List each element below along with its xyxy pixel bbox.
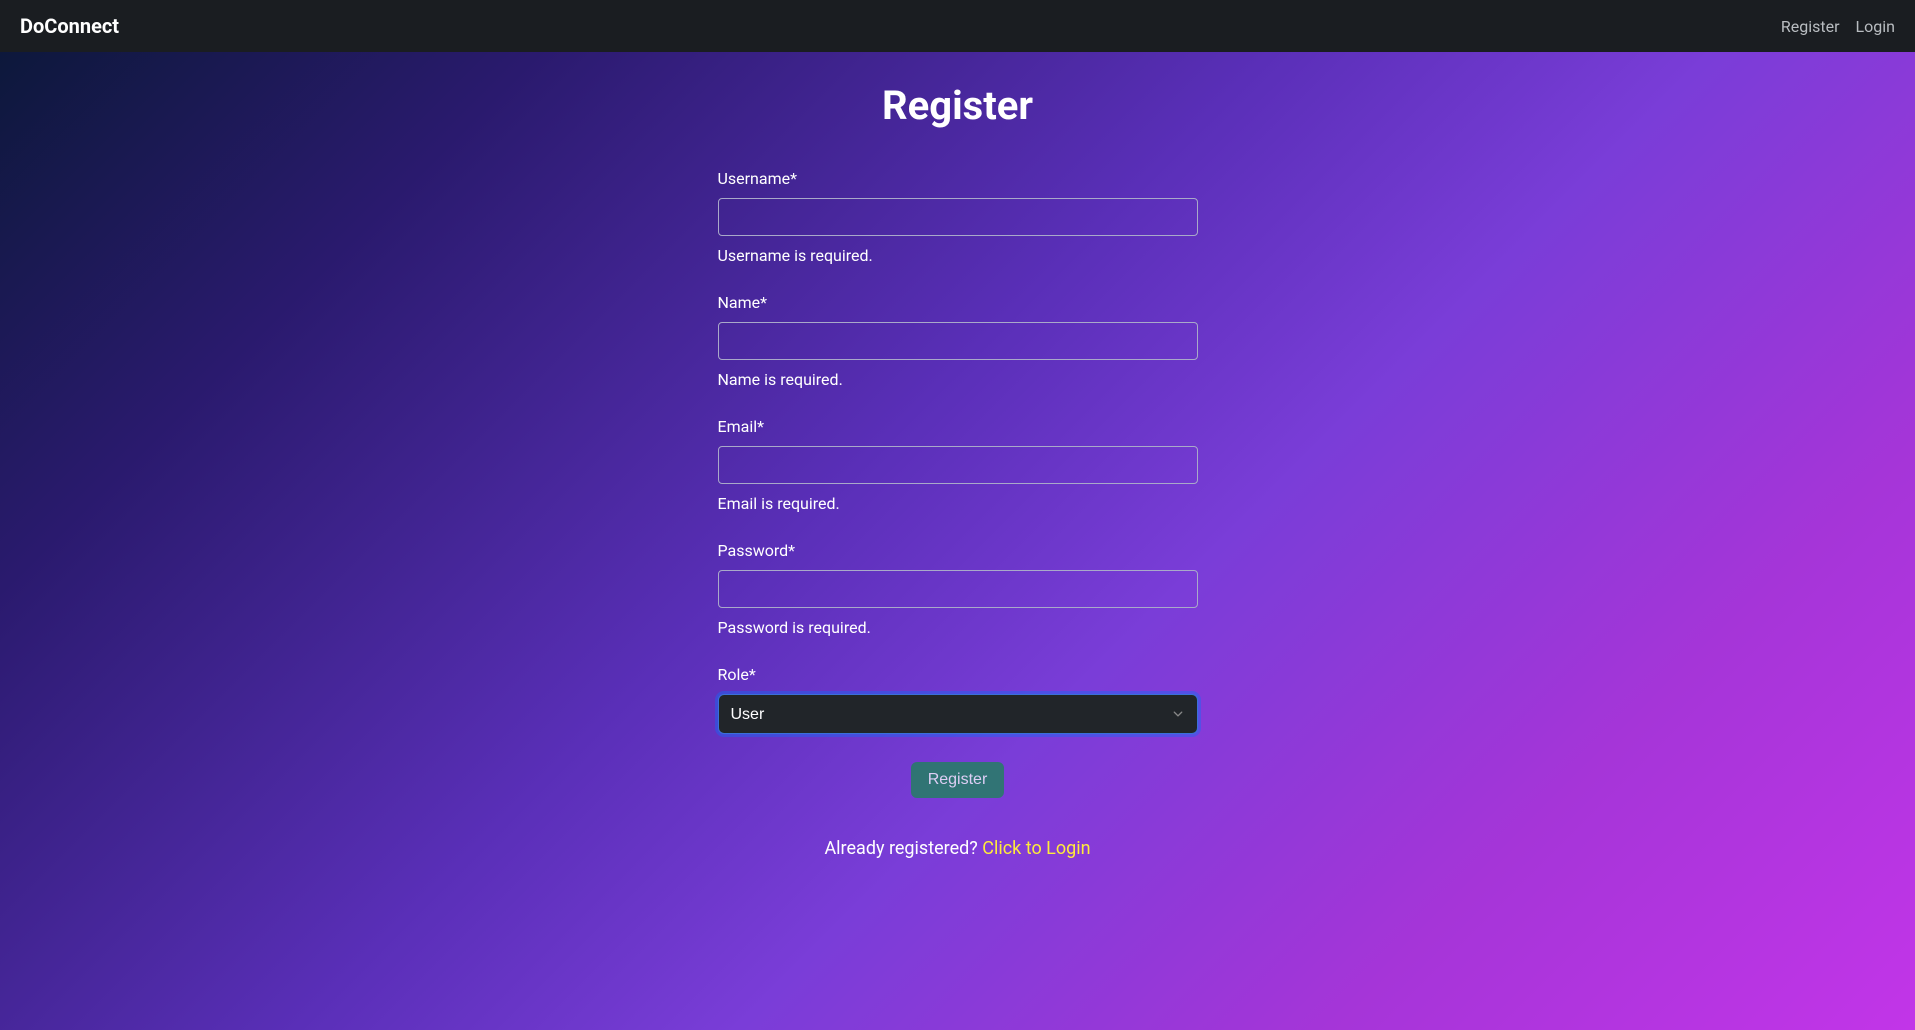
login-link[interactable]: Click to Login	[982, 838, 1090, 859]
role-label: Role*	[718, 665, 1198, 684]
register-button[interactable]: Register	[911, 762, 1005, 798]
username-error: Username is required.	[718, 246, 1198, 265]
register-form: Username* Username is required. Name* Na…	[718, 169, 1198, 859]
navbar: DoConnect Register Login	[0, 0, 1915, 52]
nav-link-register[interactable]: Register	[1781, 17, 1840, 36]
name-label: Name*	[718, 293, 1198, 312]
form-group-email: Email* Email is required.	[718, 417, 1198, 513]
username-input[interactable]	[718, 198, 1198, 236]
name-input[interactable]	[718, 322, 1198, 360]
username-label: Username*	[718, 169, 1198, 188]
name-error: Name is required.	[718, 370, 1198, 389]
form-group-username: Username* Username is required.	[718, 169, 1198, 265]
password-label: Password*	[718, 541, 1198, 560]
form-group-password: Password* Password is required.	[718, 541, 1198, 637]
password-input[interactable]	[718, 570, 1198, 608]
footer-text: Already registered? Click to Login	[718, 838, 1198, 859]
email-label: Email*	[718, 417, 1198, 436]
nav-link-login[interactable]: Login	[1856, 17, 1895, 36]
brand-logo[interactable]: DoConnect	[20, 14, 119, 38]
role-select[interactable]: User	[718, 694, 1198, 734]
footer-prompt: Already registered?	[824, 838, 982, 859]
form-group-name: Name* Name is required.	[718, 293, 1198, 389]
email-input[interactable]	[718, 446, 1198, 484]
main-container: Register Username* Username is required.…	[523, 52, 1393, 889]
form-group-role: Role* User	[718, 665, 1198, 734]
email-error: Email is required.	[718, 494, 1198, 513]
password-error: Password is required.	[718, 618, 1198, 637]
page-title: Register	[543, 82, 1373, 129]
nav-links: Register Login	[1781, 17, 1895, 36]
